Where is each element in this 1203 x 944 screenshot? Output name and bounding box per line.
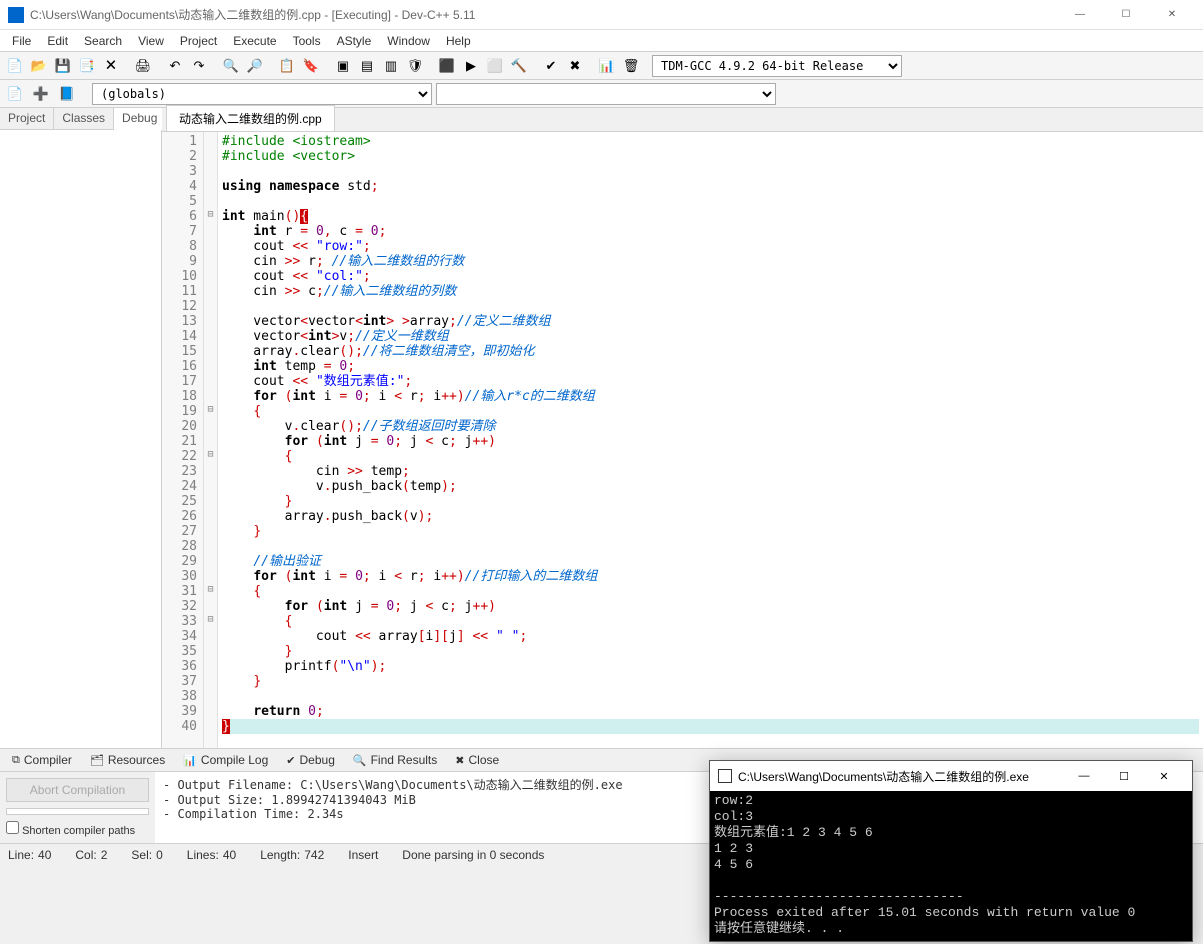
console-minimize-button[interactable]: —	[1064, 770, 1104, 782]
goto-button[interactable]: 📋	[276, 55, 298, 77]
close-button[interactable]: ✕	[1149, 0, 1195, 30]
minimize-button[interactable]: —	[1057, 0, 1103, 30]
console-window[interactable]: C:\Users\Wang\Documents\动态输入二维数组的例.exe —…	[709, 760, 1193, 942]
run-button[interactable]: ▶	[460, 55, 482, 77]
bottom-tab-close[interactable]: ✖Close	[447, 751, 507, 769]
menu-project[interactable]: Project	[172, 32, 225, 50]
menu-astyle[interactable]: AStyle	[329, 32, 380, 50]
abort-compilation-button[interactable]: Abort Compilation	[6, 778, 149, 802]
bottom-tab-compiler[interactable]: ⧉Compiler	[4, 751, 80, 769]
save-all-button[interactable]: 📑	[76, 55, 98, 77]
shorten-paths-checkbox[interactable]: Shorten compiler paths	[6, 821, 149, 837]
fold-gutter[interactable]: ⊟ ⊟ ⊟ ⊟ ⊟	[204, 132, 218, 748]
file-tab[interactable]: 动态输入二维数组的例.cpp	[166, 105, 335, 131]
menu-view[interactable]: View	[130, 32, 172, 50]
globals-select[interactable]: (globals)	[92, 83, 432, 105]
console-title: C:\Users\Wang\Documents\动态输入二维数组的例.exe	[738, 768, 1064, 785]
context-select[interactable]	[436, 83, 776, 105]
debug-check-button[interactable]: ✔	[540, 55, 562, 77]
replace-button[interactable]: 🔎	[244, 55, 266, 77]
menu-help[interactable]: Help	[438, 32, 479, 50]
menu-tools[interactable]: Tools	[285, 32, 329, 50]
progress-placeholder	[6, 808, 149, 815]
file-tabs: 动态输入二维数组的例.cpp	[162, 108, 1203, 132]
bottom-tab-compile-log[interactable]: 📊Compile Log	[175, 751, 276, 769]
close-file-button[interactable]: 🗙	[100, 55, 122, 77]
add-button[interactable]: ➕	[30, 83, 52, 105]
editor-panel: 动态输入二维数组的例.cpp 1234567891011121314151617…	[162, 108, 1203, 748]
left-panel: ProjectClassesDebug	[0, 108, 162, 748]
goto-line-button[interactable]: ▥	[380, 55, 402, 77]
left-panel-content	[0, 130, 161, 748]
code-area[interactable]: #include <iostream>#include <vector>usin…	[218, 132, 1203, 748]
secondary-toolbar: 📄 ➕ 📘 (globals)	[0, 80, 1203, 108]
console-icon	[718, 769, 732, 783]
compiler-select[interactable]: TDM-GCC 4.9.2 64-bit Release	[652, 55, 902, 77]
maximize-button[interactable]: ☐	[1103, 0, 1149, 30]
undo-button[interactable]: ↶	[164, 55, 186, 77]
new-project-button[interactable]: 📄	[4, 83, 26, 105]
find-button[interactable]: 🔍	[220, 55, 242, 77]
console-output: row:2 col:3 数组元素值:1 2 3 4 5 6 1 2 3 4 5 …	[710, 791, 1192, 939]
bottom-tab-find-results[interactable]: 🔍Find Results	[345, 751, 445, 769]
code-editor[interactable]: 1234567891011121314151617181920212223242…	[162, 132, 1203, 748]
compile-button[interactable]: ⬛	[436, 55, 458, 77]
menu-edit[interactable]: Edit	[39, 32, 76, 50]
menu-search[interactable]: Search	[76, 32, 130, 50]
redo-button[interactable]: ↷	[188, 55, 210, 77]
menu-execute[interactable]: Execute	[225, 32, 284, 50]
left-tab-debug[interactable]: Debug	[114, 108, 166, 130]
menu-file[interactable]: File	[4, 32, 39, 50]
toggle-button[interactable]: ▤	[356, 55, 378, 77]
window-title: C:\Users\Wang\Documents\动态输入二维数组的例.cpp -…	[30, 6, 1057, 23]
print-button[interactable]: 🖨	[132, 55, 154, 77]
compile-run-button[interactable]: ⬜	[484, 55, 506, 77]
shield-button[interactable]: 🛡	[404, 55, 426, 77]
app-icon	[8, 7, 24, 23]
console-close-button[interactable]: ✕	[1144, 770, 1184, 783]
console-maximize-button[interactable]: ☐	[1104, 770, 1144, 783]
profile-button[interactable]: 📊	[596, 55, 618, 77]
open-button[interactable]: 📂	[28, 55, 50, 77]
bottom-tab-resources[interactable]: 🗂Resources	[82, 751, 173, 769]
debug-stop-button[interactable]: ✖	[564, 55, 586, 77]
save-button[interactable]: 💾	[52, 55, 74, 77]
left-tab-classes[interactable]: Classes	[54, 108, 114, 129]
left-tab-project[interactable]: Project	[0, 108, 54, 129]
menubar: FileEditSearchViewProjectExecuteToolsASt…	[0, 30, 1203, 52]
rebuild-button[interactable]: 🔨	[508, 55, 530, 77]
bookmark-button[interactable]: 🔖	[300, 55, 322, 77]
remove-button[interactable]: 📘	[56, 83, 78, 105]
insert-button[interactable]: ▣	[332, 55, 354, 77]
titlebar: C:\Users\Wang\Documents\动态输入二维数组的例.cpp -…	[0, 0, 1203, 30]
delete-profile-button[interactable]: 🗑	[620, 55, 642, 77]
menu-window[interactable]: Window	[379, 32, 438, 50]
left-panel-tabs: ProjectClassesDebug	[0, 108, 161, 130]
bottom-tab-debug[interactable]: ✔Debug	[278, 751, 343, 769]
main-toolbar: 📄 📂 💾 📑 🗙 🖨 ↶ ↷ 🔍 🔎 📋 🔖 ▣ ▤ ▥ 🛡 ⬛ ▶ ⬜ 🔨 …	[0, 52, 1203, 80]
console-titlebar[interactable]: C:\Users\Wang\Documents\动态输入二维数组的例.exe —…	[710, 761, 1192, 791]
new-file-button[interactable]: 📄	[4, 55, 26, 77]
line-number-gutter: 1234567891011121314151617181920212223242…	[162, 132, 204, 748]
